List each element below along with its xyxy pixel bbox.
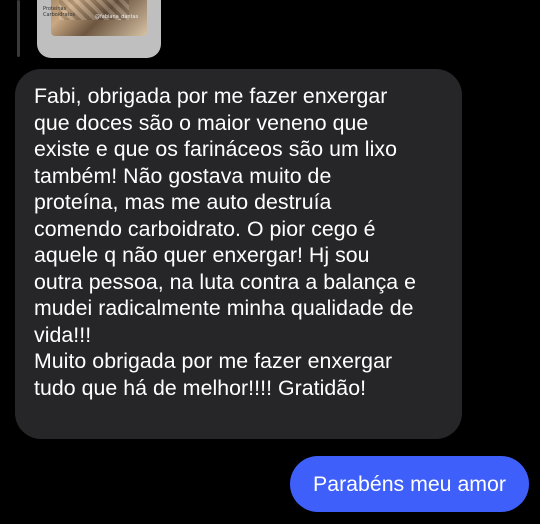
incoming-message-bubble[interactable]: Fabi, obrigada por me fazer enxergar que… [15,69,462,439]
outgoing-message-text: Parabéns meu amor [313,472,506,496]
thumbnail-caption: @fabiana_dantas [95,14,139,20]
outgoing-message-bubble[interactable]: Parabéns meu amor [290,456,529,512]
reply-indicator-line [17,0,20,57]
incoming-message-text: Fabi, obrigada por me fazer enxergar que… [34,84,417,400]
thumbnail-caption: Carboidratos [43,12,76,18]
story-thumbnail[interactable]: Proteínas Carboidratos @fabiana_dantas [37,0,161,58]
